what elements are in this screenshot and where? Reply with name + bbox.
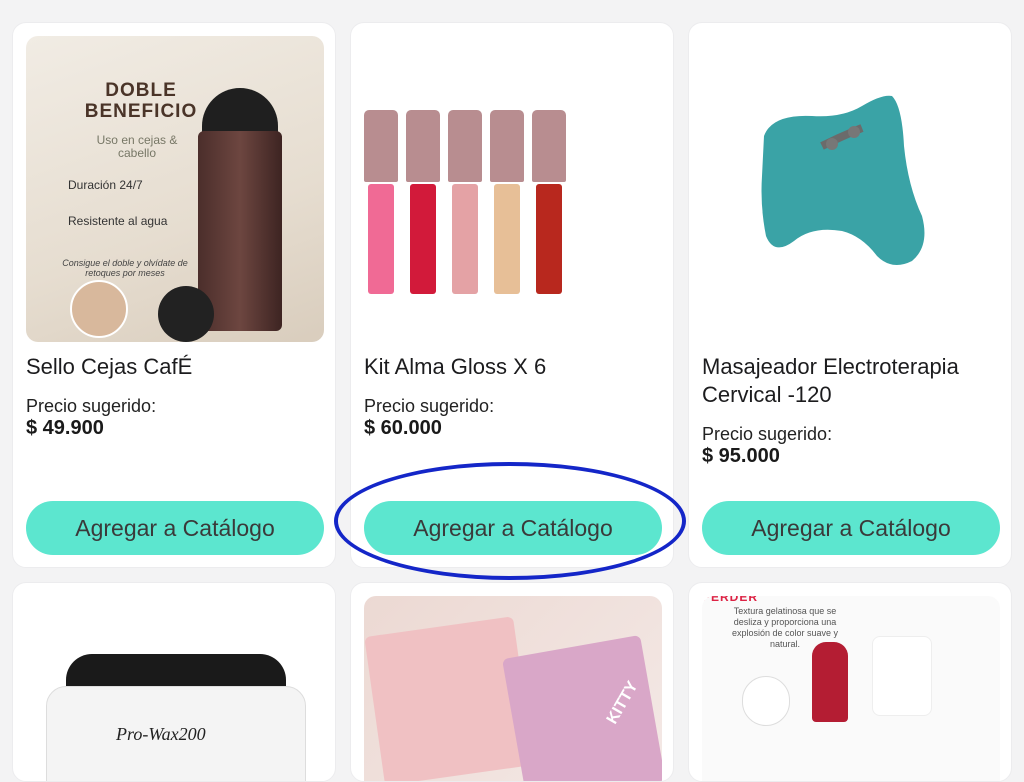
product-card: PERDER Textura gelatinosa que se desliza… xyxy=(688,582,1012,782)
palette-icon xyxy=(502,634,662,781)
add-to-catalog-button[interactable]: Agregar a Catálogo xyxy=(26,501,324,555)
image-heading: DOBLE BENEFICIO xyxy=(84,80,198,122)
product-title[interactable]: Sello Cejas CafÉ xyxy=(26,353,326,381)
image-feature-1: Duración 24/7 xyxy=(68,178,143,192)
image-subheading: Uso en cejas & cabello xyxy=(96,133,178,160)
add-to-catalog-button[interactable]: Agregar a Catálogo xyxy=(364,501,662,555)
price-label: Precio sugerido: xyxy=(364,396,495,416)
product-image[interactable]: DOBLE BENEFICIO Uso en cejas & cabello D… xyxy=(26,36,324,342)
add-to-catalog-button[interactable]: Agregar a Catálogo xyxy=(702,501,1000,555)
price-block: Precio sugerido: $ 60.000 xyxy=(364,395,664,439)
neck-massager-icon xyxy=(761,95,925,265)
product-image[interactable] xyxy=(702,36,1000,342)
lip-jar-icon xyxy=(742,676,790,726)
product-image[interactable]: KITTY xyxy=(364,596,662,781)
price-value: $ 60.000 xyxy=(364,417,442,439)
lip-gloss-icon xyxy=(406,110,440,300)
product-title[interactable]: Masajeador Electroterapia Cervical -120 xyxy=(702,353,1002,409)
product-card: Kit Alma Gloss X 6 Precio sugerido: $ 60… xyxy=(350,22,674,568)
product-image[interactable]: PERDER Textura gelatinosa que se desliza… xyxy=(702,596,1000,781)
product-image[interactable] xyxy=(364,36,662,342)
price-block: Precio sugerido: $ 95.000 xyxy=(702,423,1002,467)
image-brand-text: Pro-Wax200 xyxy=(116,724,206,744)
image-header-text: PERDER xyxy=(702,596,759,604)
price-label: Precio sugerido: xyxy=(26,396,157,416)
price-label: Precio sugerido: xyxy=(702,424,833,444)
product-card: KITTY xyxy=(350,582,674,782)
lip-gloss-icon xyxy=(448,110,482,300)
lip-gloss-icon xyxy=(490,110,524,300)
product-card: Pro-Wax200 xyxy=(12,582,336,782)
lip-tube-icon xyxy=(872,636,932,716)
image-feature-2: Resistente al agua xyxy=(68,214,168,228)
lip-gloss-icon xyxy=(532,110,566,300)
product-card: Masajeador Electroterapia Cervical -120 … xyxy=(688,22,1012,568)
price-value: $ 95.000 xyxy=(702,445,780,467)
sponge-icon xyxy=(158,286,214,342)
lipstick-icon xyxy=(812,642,848,722)
product-title[interactable]: Kit Alma Gloss X 6 xyxy=(364,353,664,381)
product-card: DOBLE BENEFICIO Uso en cejas & cabello D… xyxy=(12,22,336,568)
product-image[interactable]: Pro-Wax200 xyxy=(26,596,324,781)
price-block: Precio sugerido: $ 49.900 xyxy=(26,395,326,439)
image-caption: Consigue el doble y olvídate de retoques… xyxy=(62,258,188,278)
price-value: $ 49.900 xyxy=(26,417,104,439)
eye-icon xyxy=(70,280,128,338)
lip-gloss-icon xyxy=(364,110,398,300)
